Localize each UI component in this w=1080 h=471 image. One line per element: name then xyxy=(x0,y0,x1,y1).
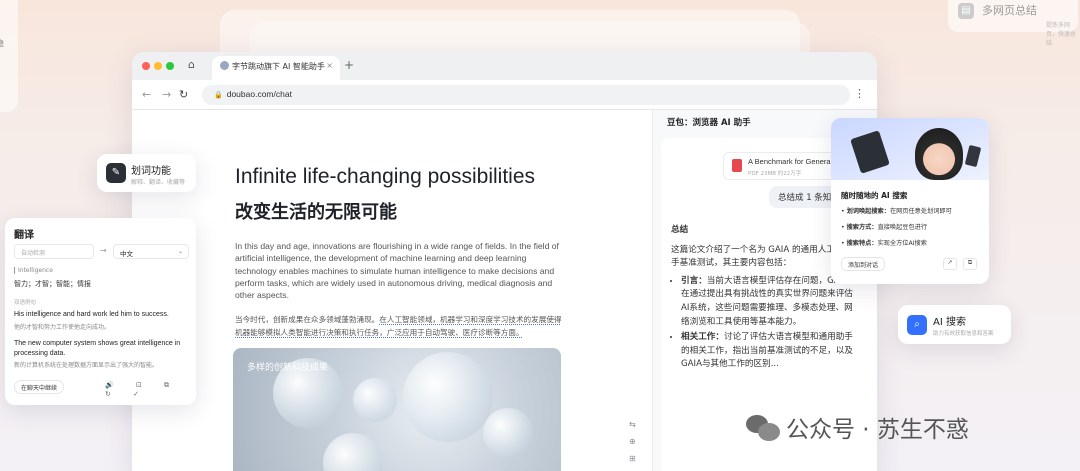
feature-text: 在网页任意处划词即可 xyxy=(889,208,952,215)
multi-page-summary-title: 多网页总结 xyxy=(982,5,1037,17)
feature-text: 实现全方位AI搜索 xyxy=(877,240,927,247)
word-selection-card[interactable]: ✎ 划词功能 解释、翻译、收藏等 xyxy=(97,154,196,192)
screenshot-icon[interactable]: ⊞ xyxy=(629,454,636,463)
background-left-card: 隐 xyxy=(0,0,18,112)
glass-sphere xyxy=(323,433,383,471)
arrow-right-icon: → xyxy=(100,246,107,255)
feature-line: • 搜索方式：直接唤起豆包进行 xyxy=(841,224,928,231)
pen-icon: ✎ xyxy=(106,163,126,183)
browser-menu-icon[interactable]: ⋮ xyxy=(854,87,865,100)
bullet-key: 相关工作： xyxy=(681,332,724,343)
multi-page-summary-card: ▤ 多网页总结 提炼多网页，快速总结 xyxy=(948,0,1078,47)
chevron-down-icon: ⌄ xyxy=(177,248,183,255)
hero-title-en: Infinite life-changing possibilities xyxy=(235,165,535,188)
share-icon[interactable]: ↗ xyxy=(943,258,957,270)
ai-search-feature-card: 随时随地的 AI 搜索 • 划词唤起搜索：在网页任意处划词即可 • 搜索方式：直… xyxy=(831,118,989,284)
word-definition: 智力；才智；智能；情报 xyxy=(14,280,91,288)
target-language-select[interactable]: 中文 ⌄ xyxy=(113,244,189,259)
word-selection-title: 划词功能 xyxy=(131,166,171,177)
background-left-text: 隐 xyxy=(0,38,4,49)
file-name: A Benchmark for General xyxy=(748,157,833,166)
doubao-favicon-icon xyxy=(220,61,229,70)
feature-key: 搜索特点： xyxy=(846,240,878,247)
translate-popup: 翻译 自动检测 → 中文 ⌄ Intelligence 智力；才智；智能；情报 双… xyxy=(5,218,196,405)
ai-search-title: AI 搜索 xyxy=(933,317,966,328)
example-en: His intelligence and hard work led him t… xyxy=(14,311,169,318)
translate-icon[interactable]: ⊕ xyxy=(629,437,636,446)
source-word: Intelligence xyxy=(14,267,53,274)
answer-list: 引言：当前大语言模型评估存在问题，GAIA 旨在通过提出具有挑战性的真实世界问题… xyxy=(681,275,861,372)
list-item: 引言：当前大语言模型评估存在问题，GAIA 旨在通过提出具有挑战性的真实世界问题… xyxy=(681,275,861,329)
home-icon[interactable]: ⌂ xyxy=(188,58,195,71)
continue-in-chat-button[interactable]: 在聊天中继续 xyxy=(14,380,65,394)
back-icon[interactable]: ← xyxy=(142,88,151,101)
reload-icon[interactable]: ↻ xyxy=(179,88,188,101)
adjust-icon[interactable]: ⇆ xyxy=(629,420,636,429)
forward-icon[interactable]: → xyxy=(162,88,171,101)
copy-icon[interactable]: ⧉ xyxy=(963,258,977,270)
feature-key: 搜索方式： xyxy=(846,224,878,231)
close-tab-icon[interactable]: × xyxy=(326,61,333,70)
address-bar-row: ← → ↻ 🔒 doubao.com/chat ⋮ xyxy=(132,80,877,110)
list-item: 相关工作：讨论了评估大语言模型和通用助手的相关工作，指出当前基准测试的不足，以及… xyxy=(681,331,861,372)
target-language-value: 中文 xyxy=(120,250,133,258)
glass-sphere xyxy=(403,352,493,442)
summary-icon: ▤ xyxy=(958,3,974,19)
maximize-window-button[interactable] xyxy=(166,62,174,70)
glass-sphere xyxy=(483,408,533,458)
image-label: 多样的创新科技成果 xyxy=(247,363,329,373)
new-tab-button[interactable]: + xyxy=(344,58,354,72)
bullet-key: 引言： xyxy=(681,275,707,286)
lock-icon: 🔒 xyxy=(214,92,223,99)
add-to-chat-button[interactable]: 添加到对话 xyxy=(841,257,886,271)
ai-search-card[interactable]: ⌕ AI 搜索 助力有效获取信息和答案 xyxy=(898,305,1011,344)
browser-window: ⌂ 字节跳动旗下 AI 智能助手 × + ← → ↻ 🔒 doubao.com/c… xyxy=(132,52,877,471)
url-field[interactable]: 🔒 doubao.com/chat xyxy=(202,85,850,105)
tab-title: 字节跳动旗下 AI 智能助手 xyxy=(232,62,325,71)
feature-line: • 搜索特点：实现全方位AI搜索 xyxy=(841,240,927,247)
example-zh: 他的才智和努力工作使他走向成功。 xyxy=(14,324,111,331)
paragraph-zh-part: 当今时代，创新成果在众多领域蓬勃涌现。 xyxy=(235,315,380,324)
ai-search-heading: 随时随地的 AI 搜索 xyxy=(841,191,908,200)
file-meta: PDF 23MB 约22万字 xyxy=(748,171,802,177)
example-zh: 新的计算机系统在处理数据方面显示出了强大的智能。 xyxy=(14,362,159,369)
ai-search-subtitle: 助力有效获取信息和答案 xyxy=(933,331,994,337)
innovation-image: 多样的创新科技成果 xyxy=(233,348,561,471)
phone-illustration xyxy=(964,144,982,168)
glass-sphere xyxy=(353,378,397,422)
hero-title-zh: 改变生活的无限可能 xyxy=(235,202,397,223)
side-toolbar: ⇆ ⊕ ⊞ ⊡ xyxy=(629,420,636,471)
book-illustration xyxy=(850,130,890,174)
paragraph-en: In this day and age, innovations are flo… xyxy=(235,241,559,301)
example-en: The new computer system shows great inte… xyxy=(14,340,181,357)
browser-tab[interactable]: 字节跳动旗下 AI 智能助手 × xyxy=(212,56,340,80)
bullet-text: 当前大语言模型评估存在问题，GAIA 旨在通过提出具有挑战性的真实世界问题来评估… xyxy=(681,275,860,327)
panel-title: 豆包：浏览器 AI 助手 xyxy=(667,118,751,128)
avatar xyxy=(915,128,963,180)
web-page: Infinite life-changing possibilities 改变生… xyxy=(132,110,652,471)
ai-search-banner xyxy=(831,118,989,180)
multi-page-summary-subtitle: 提炼多网页，快速总结 xyxy=(1046,22,1077,47)
minimize-window-button[interactable] xyxy=(154,62,162,70)
translate-title: 翻译 xyxy=(14,230,34,241)
source-language-select[interactable]: 自动检测 xyxy=(14,244,94,259)
watermark-text: 公众号 · 苏生不惑 xyxy=(786,417,969,443)
feature-key: 划词唤起搜索： xyxy=(846,208,890,215)
search-icon: ⌕ xyxy=(907,315,927,335)
wechat-icon xyxy=(746,415,780,441)
word-selection-subtitle: 解释、翻译、收藏等 xyxy=(131,179,186,186)
paragraph-zh: 当今时代，创新成果在众多领域蓬勃涌现。在人工智能领域，机器学习和深度学习技术的发… xyxy=(235,313,565,339)
tab-bar: ⌂ 字节跳动旗下 AI 智能助手 × + xyxy=(132,52,877,80)
pdf-icon xyxy=(732,159,742,172)
pdf-attachment[interactable]: A Benchmark for General PDF 23MB 约22万字 xyxy=(723,152,843,180)
translate-actions[interactable]: 🔊 ⊡ ⧉ ↻ ✓ xyxy=(105,381,196,398)
examples-label: 双语例句 xyxy=(14,300,37,306)
close-window-button[interactable] xyxy=(142,62,150,70)
watermark: 公众号 · 苏生不惑 xyxy=(746,410,969,444)
url-text: doubao.com/chat xyxy=(226,89,292,99)
feature-text: 直接唤起豆包进行 xyxy=(877,224,928,231)
feature-line: • 划词唤起搜索：在网页任意处划词即可 xyxy=(841,208,952,215)
